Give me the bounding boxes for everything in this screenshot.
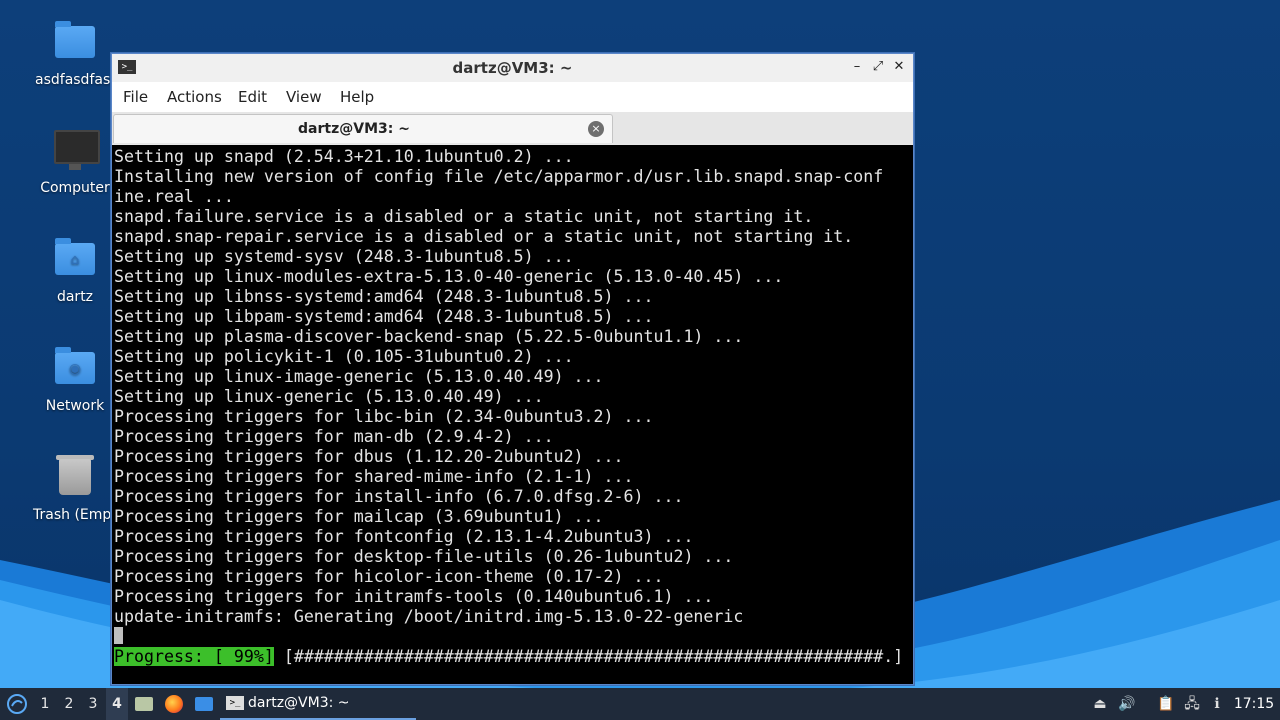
terminal-line: ine.real ...	[114, 187, 234, 206]
terminal-cursor-line	[114, 627, 894, 647]
menu-help[interactable]: Help	[336, 82, 378, 112]
tab-label: dartz@VM3: ~	[298, 121, 410, 137]
terminal-line: Setting up linux-generic (5.13.0.40.49) …	[114, 387, 544, 406]
tab-terminal[interactable]: dartz@VM3: ~ ×	[113, 114, 613, 143]
terminal-line: Installing new version of config file /e…	[114, 167, 884, 186]
menu-view[interactable]: View	[282, 82, 326, 112]
terminal-output[interactable]: Setting up snapd (2.54.3+21.10.1ubuntu0.…	[112, 145, 913, 684]
progress-bar: [#######################################…	[273, 647, 904, 666]
menu-actions[interactable]: Actions	[163, 82, 226, 112]
workspace-4[interactable]: 4	[106, 688, 128, 720]
tab-bar: dartz@VM3: ~ ×	[112, 112, 913, 144]
volume-icon[interactable]: 🔊	[1117, 694, 1137, 714]
terminal-line: Processing triggers for hicolor-icon-the…	[114, 567, 664, 586]
terminal-line: Processing triggers for fontconfig (2.13…	[114, 527, 694, 546]
computer-icon	[54, 130, 100, 164]
window-titlebar[interactable]: >_ dartz@VM3: ~ – ⤢ ✕	[112, 54, 913, 82]
terminal-line: snapd.snap-repair.service is a disabled …	[114, 227, 854, 246]
terminal-line: Setting up systemd-sysv (248.3-1ubuntu8.…	[114, 247, 574, 266]
terminal-line: update-initramfs: Generating /boot/initr…	[114, 607, 744, 626]
terminal-line: Setting up libnss-systemd:amd64 (248.3-1…	[114, 287, 654, 306]
terminal-line: Processing triggers for desktop-file-uti…	[114, 547, 734, 566]
terminal-line: snapd.failure.service is a disabled or a…	[114, 207, 814, 226]
tab-close-icon[interactable]: ×	[588, 121, 604, 137]
taskbar: 1 2 3 4 >_ dartz@VM3: ~ ⏏ 🔊 📋 🖧 ℹ 17:15	[0, 688, 1280, 720]
terminal-line: Processing triggers for install-info (6.…	[114, 487, 684, 506]
terminal-line: Setting up linux-modules-extra-5.13.0-40…	[114, 267, 784, 286]
terminal-line: Setting up libpam-systemd:amd64 (248.3-1…	[114, 307, 654, 326]
terminal-line: Processing triggers for libc-bin (2.34-0…	[114, 407, 654, 426]
progress-row: Progress: [ 99%] [######################…	[114, 647, 903, 667]
terminal-line: Processing triggers for man-db (2.9.4-2)…	[114, 427, 554, 446]
maximize-button[interactable]: ⤢	[870, 59, 886, 75]
terminal-line: Setting up policykit-1 (0.105-31ubuntu0.…	[114, 347, 574, 366]
desktop-icon-label: Trash (Empty)	[33, 507, 125, 523]
clipboard-icon[interactable]: 📋	[1156, 694, 1176, 714]
notification-icon[interactable]: ℹ	[1207, 694, 1227, 714]
menu-file[interactable]: File	[119, 82, 152, 112]
progress-label: Progress: [ 99%]	[114, 647, 274, 666]
clock: 17:15	[1233, 696, 1275, 712]
window-title: dartz@VM3: ~	[452, 59, 573, 77]
network-icon[interactable]: 🖧	[1182, 694, 1202, 714]
workspace-2[interactable]: 2	[58, 688, 80, 720]
menu-edit[interactable]: Edit	[234, 82, 271, 112]
files-icon	[135, 697, 153, 711]
menubar: File Actions Edit View Help	[112, 82, 913, 112]
terminal-line: Processing triggers for initramfs-tools …	[114, 587, 714, 606]
folder-icon	[55, 21, 95, 58]
terminal-line: Setting up plasma-discover-backend-snap …	[114, 327, 744, 346]
workspace-3[interactable]: 3	[82, 688, 104, 720]
firefox-icon	[165, 695, 183, 713]
terminal-line: Processing triggers for mailcap (3.69ubu…	[114, 507, 604, 526]
network-folder-icon: ◉	[55, 347, 95, 384]
minimize-button[interactable]: –	[849, 59, 865, 75]
files-launcher[interactable]	[133, 688, 155, 720]
terminal-line: Processing triggers for dbus (1.12.20-2u…	[114, 447, 624, 466]
taskbar-task-label: dartz@VM3: ~	[248, 695, 350, 711]
terminal-cursor	[114, 627, 123, 644]
trash-icon	[59, 459, 91, 495]
lubuntu-logo-icon	[7, 694, 27, 714]
terminal-window: >_ dartz@VM3: ~ – ⤢ ✕ File Actions Edit …	[111, 53, 914, 685]
workspace-1[interactable]: 1	[34, 688, 56, 720]
desktop-icon	[195, 697, 213, 711]
close-button[interactable]: ✕	[891, 59, 907, 75]
terminal-line: Setting up linux-image-generic (5.13.0.4…	[114, 367, 604, 386]
taskbar-task-terminal[interactable]: >_ dartz@VM3: ~	[220, 688, 416, 720]
terminal-line: Setting up snapd (2.54.3+21.10.1ubuntu0.…	[114, 147, 574, 166]
terminal-icon: >_	[226, 696, 244, 710]
firefox-launcher[interactable]	[162, 688, 186, 720]
desktop-launcher[interactable]	[192, 688, 216, 720]
terminal-text: Setting up snapd (2.54.3+21.10.1ubuntu0.…	[114, 147, 894, 647]
desktop: asdfasdfasdf Computer ⌂ dartz ◉ Network …	[0, 0, 1280, 720]
home-folder-icon: ⌂	[55, 238, 95, 275]
terminal-line: Processing triggers for shared-mime-info…	[114, 467, 634, 486]
app-menu-button[interactable]	[4, 688, 30, 720]
eject-icon[interactable]: ⏏	[1090, 694, 1110, 714]
